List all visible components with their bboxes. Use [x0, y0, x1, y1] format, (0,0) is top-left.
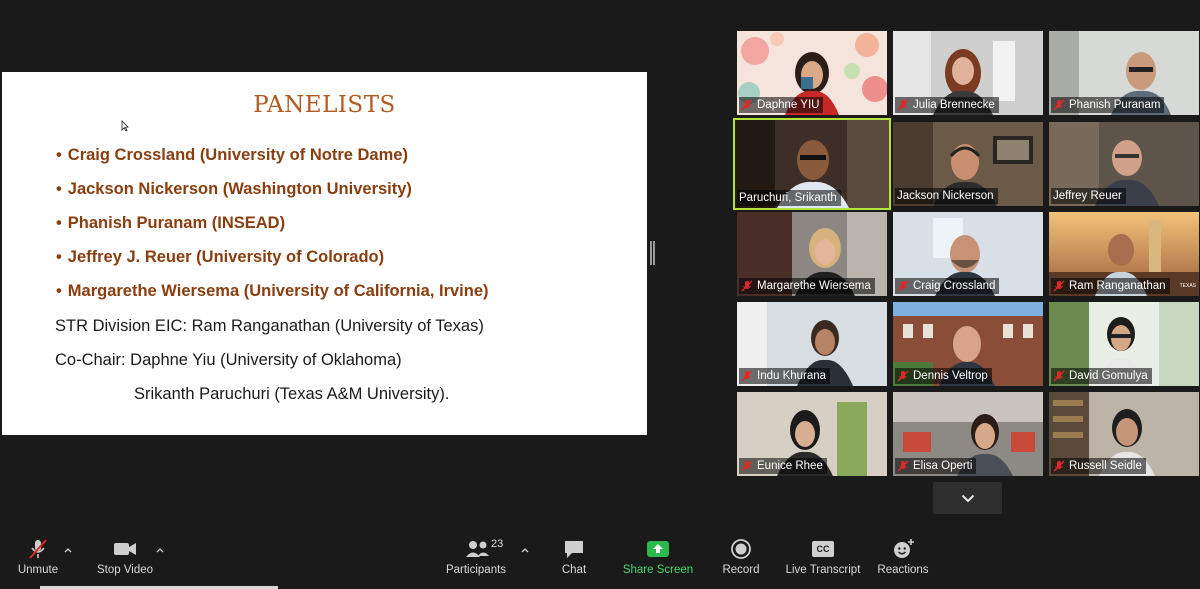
video-tile[interactable]: Ram Ranganathan TEXAS: [1049, 212, 1199, 296]
muted-mic-icon: [741, 460, 753, 472]
show-more-participants-button[interactable]: [933, 482, 1002, 514]
panelist-item: • Craig Crossland (University of Notre Da…: [56, 146, 408, 164]
chat-button[interactable]: Chat: [552, 538, 596, 576]
eic-line: STR Division EIC: Ram Ranganathan (Unive…: [55, 317, 484, 335]
participant-name-label: Russell Seidle: [1051, 458, 1146, 474]
video-tile[interactable]: David Gomulya: [1049, 302, 1199, 386]
reactions-button[interactable]: Reactions: [876, 538, 930, 576]
participant-name-label: Ram Ranganathan: [1051, 278, 1170, 294]
video-tile[interactable]: Russell Seidle: [1049, 392, 1199, 476]
muted-mic-icon: [1053, 280, 1065, 292]
participant-name-label: Dennis Veltrop: [895, 368, 992, 384]
participant-name-label: David Gomulya: [1051, 368, 1152, 384]
audio-options-caret-icon[interactable]: [63, 546, 73, 554]
video-tile[interactable]: Jackson Nickerson: [893, 122, 1043, 206]
muted-mic-icon: [29, 539, 47, 559]
muted-mic-icon: [897, 99, 909, 111]
participant-name-label: Jeffrey Reuer: [1051, 188, 1126, 204]
video-tile[interactable]: Eunice Rhee: [737, 392, 887, 476]
participant-name-label: Margarethe Wiersema: [739, 278, 875, 294]
mouse-cursor-icon: [121, 120, 129, 132]
live-transcript-button[interactable]: CC Live Transcript: [784, 538, 862, 576]
panelist-item: • Jeffrey J. Reuer (University of Colorad…: [56, 248, 385, 266]
panelist-item: • Margarethe Wiersema (University of Cali…: [56, 282, 489, 300]
muted-mic-icon: [741, 370, 753, 382]
participant-name-label: Phanish Puranam: [1051, 97, 1165, 113]
chat-bubble-icon: [565, 541, 583, 558]
video-tile[interactable]: Craig Crossland: [893, 212, 1043, 296]
unmute-button[interactable]: Unmute: [12, 538, 64, 576]
cochair-line-2: Srikanth Paruchuri (Texas A&M University…: [134, 385, 450, 403]
shared-screen-slide: PANELISTS • Craig Crossland (University o…: [2, 72, 647, 435]
video-tile[interactable]: Elisa Operti: [893, 392, 1043, 476]
participant-name-label: Paruchuri, Srikanth: [737, 190, 841, 206]
meeting-toolbar: Unmute Stop Video 23 Participants Chat S…: [0, 530, 1200, 589]
participant-name-label: Eunice Rhee: [739, 458, 827, 474]
participant-name-label: Julia Brennecke: [895, 97, 999, 113]
video-tile[interactable]: Daphne YIU: [737, 31, 887, 115]
panelist-item: • Phanish Puranam (INSEAD): [56, 214, 286, 232]
muted-mic-icon: [897, 460, 909, 472]
panelist-item: • Jackson Nickerson (Washington Universit…: [56, 180, 412, 198]
background-overlay-text: TEXAS: [1179, 283, 1196, 289]
participant-name-label: Daphne YIU: [739, 97, 824, 113]
share-screen-button[interactable]: Share Screen: [622, 538, 694, 576]
video-tile[interactable]: Dennis Veltrop: [893, 302, 1043, 386]
muted-mic-icon: [1053, 99, 1065, 111]
muted-mic-icon: [741, 280, 753, 292]
record-button[interactable]: Record: [718, 538, 764, 576]
video-tile-active-speaker[interactable]: Paruchuri, Srikanth: [733, 118, 891, 210]
video-camera-icon: [114, 543, 136, 555]
participants-icon: [466, 541, 489, 557]
muted-mic-icon: [741, 99, 753, 111]
video-tile[interactable]: Julia Brennecke: [893, 31, 1043, 115]
participant-name-label: Jackson Nickerson: [895, 188, 998, 204]
cc-icon: CC: [812, 541, 834, 557]
video-options-caret-icon[interactable]: [155, 546, 165, 554]
emoji-add-icon: [894, 539, 914, 558]
record-icon: [731, 539, 751, 559]
muted-mic-icon: [1053, 370, 1065, 382]
video-tile[interactable]: Phanish Puranam: [1049, 31, 1199, 115]
participant-name-label: Elisa Operti: [895, 458, 977, 474]
video-tile[interactable]: Margarethe Wiersema: [737, 212, 887, 296]
participant-name-label: Craig Crossland: [895, 278, 1000, 294]
participants-count: 23: [491, 538, 504, 550]
slide-title: PANELISTS: [253, 92, 396, 118]
participants-button[interactable]: 23 Participants: [444, 538, 508, 576]
video-tile[interactable]: Jeffrey Reuer: [1049, 122, 1199, 206]
panel-resize-handle[interactable]: [650, 241, 655, 265]
muted-mic-icon: [1053, 460, 1065, 472]
video-tile[interactable]: Indu Khurana: [737, 302, 887, 386]
participants-options-caret-icon[interactable]: [520, 546, 530, 554]
cochair-line: Co-Chair: Daphne Yiu (University of Okla…: [55, 351, 402, 369]
muted-mic-icon: [897, 280, 909, 292]
participant-name-label: Indu Khurana: [739, 368, 831, 384]
stop-video-button[interactable]: Stop Video: [94, 538, 156, 576]
share-screen-icon: [647, 541, 669, 557]
muted-mic-icon: [897, 370, 909, 382]
chevron-down-icon: [961, 494, 974, 502]
